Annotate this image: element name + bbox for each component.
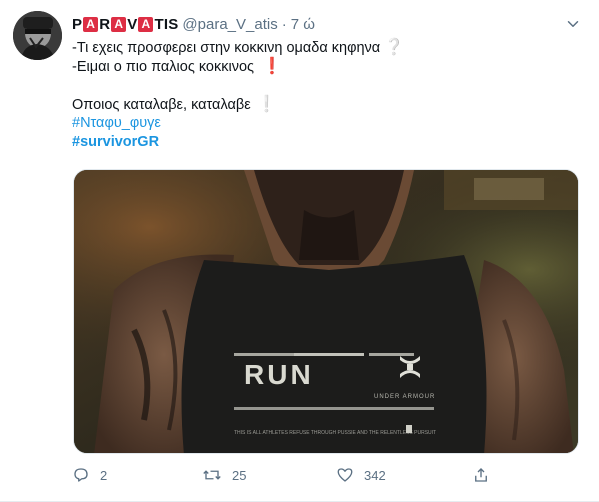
separator-dot: ·: [281, 15, 287, 33]
text-line: #survivorGR: [72, 133, 582, 152]
avatar[interactable]: [13, 11, 62, 60]
question-mark-icon: ❔: [384, 39, 405, 56]
reply-icon: [74, 468, 88, 482]
white-exclamation-icon: ❕: [256, 96, 277, 113]
heart-icon: [337, 468, 353, 482]
more-options-button[interactable]: [561, 12, 585, 36]
tweet-card[interactable]: P A R A V A TIS @para_V_atis · 7 ώ -Τι ε…: [0, 0, 599, 502]
retweet-button[interactable]: 25: [202, 466, 246, 484]
like-button[interactable]: 342: [336, 466, 386, 484]
like-count: 342: [364, 467, 386, 483]
text-line-1: -Τι εχεις προσφερει στην κοκκινη ομαδα κ…: [72, 40, 381, 56]
text-line-3: Οποιος καταλαβε, καταλαβε: [72, 97, 251, 113]
text-line: #Νταφυ_φυγε: [72, 114, 582, 133]
tweet-header: P A R A V A TIS @para_V_atis · 7 ώ: [72, 14, 315, 34]
name-part: V: [127, 15, 138, 33]
name-chip: A: [83, 16, 99, 32]
shirt-text: RUN: [244, 359, 314, 390]
author-name[interactable]: P A R A V A TIS: [72, 16, 178, 33]
share-button[interactable]: [472, 466, 490, 484]
text-line: -Ειμαι ο πιο παλιος κοκκινος ❗: [72, 57, 582, 76]
share-icon: [475, 468, 487, 482]
name-part: R: [99, 15, 111, 33]
reply-count: 2: [100, 467, 108, 483]
exclamation-icon: ❗: [262, 58, 282, 75]
media-image: RUN THIS IS ALL ATHLETES REFUSE THROUGH …: [74, 170, 578, 453]
action-bar: 2 25 342: [72, 466, 512, 486]
text-line-2: -Ειμαι ο πιο παλιος κοκκινος: [72, 59, 255, 75]
brand-text: UNDER ARMOUR: [374, 394, 435, 400]
fine-print: THIS IS ALL ATHLETES REFUSE THROUGH PUSS…: [234, 430, 436, 436]
tweet-text: -Τι εχεις προσφερει στην κοκκινη ομαδα κ…: [72, 38, 582, 152]
tweet-time[interactable]: 7 ώ: [291, 16, 315, 33]
chevron-down-icon: [567, 21, 579, 27]
text-line: Οποιος καταλαβε, καταλαβε ❕: [72, 95, 582, 114]
name-chip: A: [138, 16, 154, 32]
author-handle[interactable]: @para_V_atis: [182, 16, 277, 33]
reply-button[interactable]: 2: [72, 466, 107, 484]
tweet-media[interactable]: RUN THIS IS ALL ATHLETES REFUSE THROUGH …: [73, 169, 579, 454]
retweet-icon: [203, 470, 221, 480]
hashtag-link[interactable]: #survivorGR: [72, 134, 159, 150]
hashtag-link[interactable]: #Νταφυ_φυγε: [72, 115, 161, 131]
text-line: -Τι εχεις προσφερει στην κοκκινη ομαδα κ…: [72, 38, 582, 57]
name-part: P: [72, 15, 83, 33]
name-chip: A: [111, 16, 127, 32]
retweet-count: 25: [232, 467, 247, 483]
name-part: TIS: [154, 15, 179, 33]
